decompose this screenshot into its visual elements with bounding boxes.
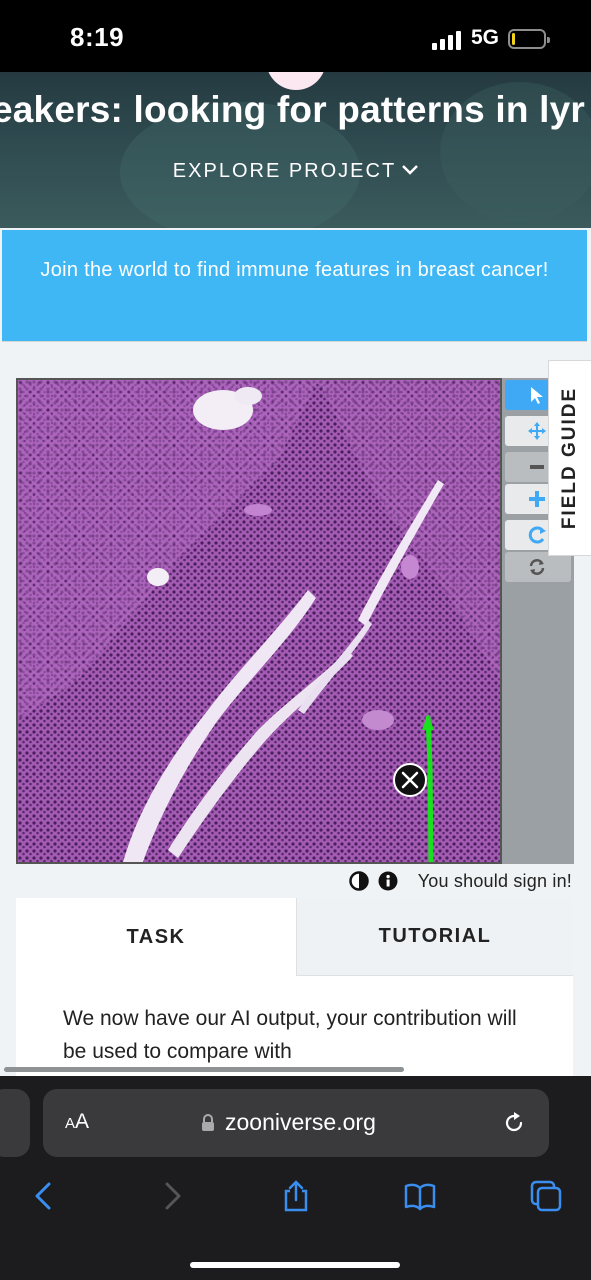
reset-tool-button[interactable] [505, 552, 571, 582]
share-button[interactable] [276, 1176, 316, 1216]
reload-icon[interactable] [502, 1111, 526, 1135]
viewer-meta-bar: You should sign in! [16, 866, 574, 896]
tissue-vessel [147, 568, 169, 586]
annotation-line-mark[interactable] [425, 715, 434, 862]
network-type: 5G [471, 26, 500, 49]
tissue-vessel [234, 387, 262, 405]
bookmarks-button[interactable] [400, 1176, 440, 1216]
url-domain[interactable]: zooniverse.org [225, 1109, 376, 1136]
forward-button[interactable] [152, 1176, 192, 1216]
project-avatar[interactable] [266, 72, 326, 90]
browser-chrome: AA zooniverse.org [0, 1076, 591, 1280]
text-size-button[interactable]: AA [65, 1110, 89, 1134]
project-title[interactable]: eakers: looking for patterns in lyr [0, 89, 585, 131]
tissue-vessel [244, 504, 272, 516]
status-bar: 8:19 5G [0, 0, 591, 72]
tabs-button[interactable] [526, 1176, 566, 1216]
tabs-icon [530, 1180, 562, 1212]
bookmarks-icon [404, 1183, 436, 1211]
tissue-vessel [401, 555, 419, 579]
browser-toolbar [0, 1176, 591, 1216]
tissue-vessel [362, 710, 394, 730]
subject-image[interactable] [16, 378, 502, 864]
share-icon [284, 1180, 308, 1212]
battery-icon [508, 29, 550, 49]
tab-task[interactable]: TASK [16, 898, 296, 976]
task-tabs: TASK TUTORIAL [16, 898, 573, 976]
refresh-icon [529, 559, 545, 575]
invert-colors-icon[interactable] [349, 871, 369, 891]
task-instructions: We now have our AI output, your contribu… [63, 1007, 517, 1063]
battery-nub [547, 37, 550, 43]
text-size-label: A [65, 1115, 76, 1132]
announcement-text: Join the world to find immune features i… [40, 259, 549, 281]
subject-viewer [16, 378, 574, 864]
address-bar[interactable]: AA zooniverse.org [43, 1089, 549, 1157]
project-header: eakers: looking for patterns in lyr EXPL… [0, 72, 591, 228]
announcement-banner: Join the world to find immune features i… [2, 230, 587, 342]
sign-in-message[interactable]: You should sign in! [418, 871, 572, 892]
chevron-down-icon [402, 162, 419, 180]
tab-tutorial[interactable]: TUTORIAL [296, 898, 573, 976]
move-arrows-icon [528, 422, 546, 440]
status-time: 8:19 [70, 22, 125, 52]
tissue-image[interactable] [18, 380, 500, 862]
field-guide-label: FIELD GUIDE [559, 386, 580, 530]
battery-level [512, 33, 515, 45]
text-size-label-large: A [75, 1110, 90, 1133]
lock-icon [202, 1114, 214, 1131]
pointer-arrow-icon [531, 387, 543, 404]
plus-icon [529, 491, 545, 507]
home-indicator[interactable] [190, 1262, 400, 1268]
forward-icon [165, 1182, 181, 1210]
back-icon [35, 1182, 51, 1210]
info-icon[interactable] [378, 871, 398, 891]
back-button[interactable] [24, 1176, 64, 1216]
field-guide-button[interactable]: FIELD GUIDE [548, 360, 591, 556]
previous-tab-preview[interactable] [0, 1089, 30, 1157]
task-body: We now have our AI output, your contribu… [16, 976, 573, 1076]
rotate-icon [528, 526, 546, 544]
explore-project-button[interactable]: EXPLORE PROJECT [0, 160, 591, 183]
scroll-indicator[interactable] [4, 1067, 404, 1072]
explore-project-label: EXPLORE PROJECT [172, 160, 397, 182]
minus-icon [530, 465, 544, 469]
cellular-signal-icon [432, 30, 462, 50]
delete-annotation-button[interactable] [393, 763, 427, 797]
